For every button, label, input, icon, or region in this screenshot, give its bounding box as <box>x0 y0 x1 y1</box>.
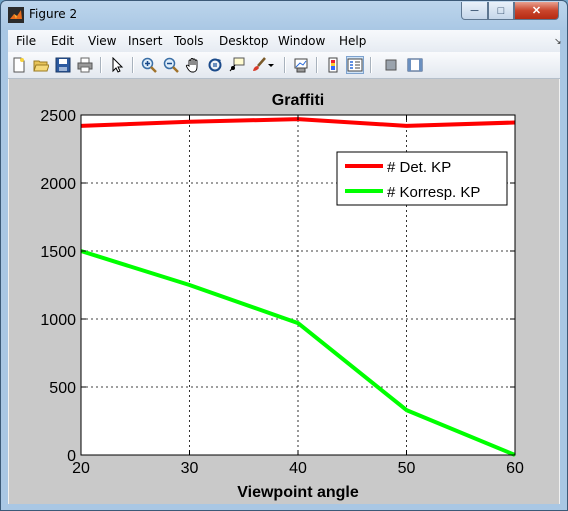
y-tick-label: 2500 <box>40 108 76 125</box>
zoom-in-icon[interactable] <box>140 56 158 74</box>
insert-colorbar-icon[interactable] <box>324 56 342 74</box>
menu-file[interactable]: File <box>16 34 36 48</box>
figure-toolbar <box>8 52 560 79</box>
close-button[interactable]: ✕ <box>514 2 559 20</box>
toolbar-separator <box>316 57 318 73</box>
rotate-3d-icon[interactable] <box>206 56 224 74</box>
toolbar-separator <box>370 57 372 73</box>
title-bar[interactable]: Figure 2 ─ □ ✕ <box>1 1 567 29</box>
insert-legend-icon[interactable] <box>346 56 364 74</box>
window-title: Figure 2 <box>29 7 78 21</box>
y-tick-label: 1000 <box>40 312 76 329</box>
menu-window[interactable]: Window <box>278 34 325 48</box>
toolbar-separator <box>132 57 134 73</box>
x-tick-label: 40 <box>289 460 307 477</box>
menu-tools[interactable]: Tools <box>174 34 204 48</box>
legend[interactable]: # Det. KP # Korresp. KP <box>336 151 508 206</box>
y-tick-label: 0 <box>67 448 76 465</box>
figure-window: Figure 2 ─ □ ✕ File Edit View Insert Too… <box>0 0 568 511</box>
figure-canvas: 20 30 40 50 60 0 500 1000 1500 2000 2500 Graffiti … <box>9 79 559 504</box>
brush-dropdown-icon[interactable] <box>266 56 276 74</box>
y-tick-label: 2000 <box>40 176 76 193</box>
matlab-logo-icon <box>8 7 24 23</box>
x-tick-label: 50 <box>398 460 416 477</box>
menu-edit[interactable]: Edit <box>51 34 74 48</box>
x-tick-label: 30 <box>181 460 199 477</box>
edit-plot-icon[interactable] <box>108 56 126 74</box>
dock-figure-icon[interactable]: ↘ <box>554 36 562 47</box>
y-tick-label: 500 <box>49 380 76 397</box>
new-figure-icon[interactable] <box>10 56 28 74</box>
data-cursor-icon[interactable] <box>228 56 246 74</box>
zoom-out-icon[interactable] <box>162 56 180 74</box>
menu-desktop[interactable]: Desktop <box>219 34 269 48</box>
legend-label-korr: # Korresp. KP <box>387 184 480 201</box>
toolbar-separator <box>284 57 286 73</box>
link-plot-icon[interactable] <box>292 56 310 74</box>
menu-bar: File Edit View Insert Tools Desktop Wind… <box>8 30 562 52</box>
minimize-icon: ─ <box>470 4 479 17</box>
menu-insert[interactable]: Insert <box>128 34 162 48</box>
menu-help[interactable]: Help <box>339 34 366 48</box>
maximize-button[interactable]: □ <box>488 2 514 20</box>
x-axis-label: Viewpoint angle <box>237 484 359 501</box>
legend-label-det: # Det. KP <box>387 159 451 176</box>
pan-icon[interactable] <box>184 56 202 74</box>
y-tick-label: 1500 <box>40 244 76 261</box>
chart-title: Graffiti <box>272 92 324 109</box>
save-icon[interactable] <box>54 56 72 74</box>
menu-view[interactable]: View <box>88 34 116 48</box>
toolbar-separator <box>100 57 102 73</box>
chart: 20 30 40 50 6005001000150020002500 Graffiti … <box>40 92 524 501</box>
print-icon[interactable] <box>76 56 94 74</box>
close-icon: ✕ <box>531 5 542 17</box>
hide-plot-tools-icon[interactable] <box>382 56 400 74</box>
client-area: File Edit View Insert Tools Desktop Wind… <box>8 30 562 504</box>
maximize-icon: □ <box>497 4 505 17</box>
minimize-button[interactable]: ─ <box>461 2 488 20</box>
x-tick-label: 60 <box>506 460 524 477</box>
show-plot-tools-icon[interactable] <box>406 56 424 74</box>
open-file-icon[interactable] <box>32 56 50 74</box>
